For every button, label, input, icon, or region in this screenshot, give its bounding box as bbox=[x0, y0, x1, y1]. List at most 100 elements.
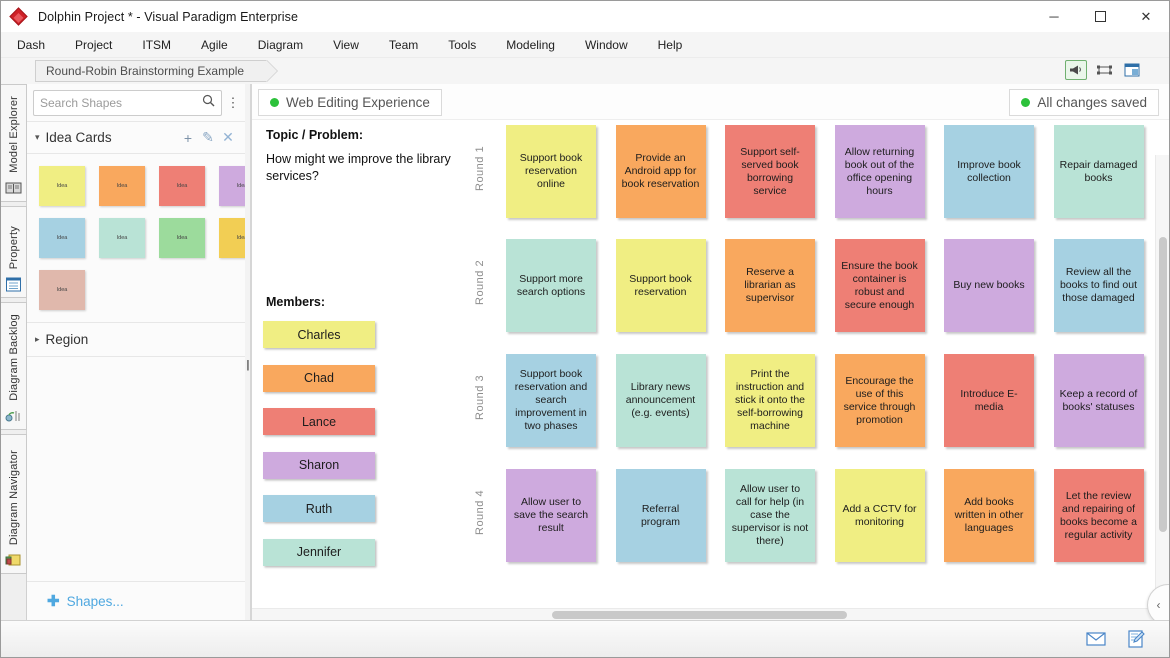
sticky-note[interactable]: Reserve a librarian as supervisor bbox=[725, 239, 815, 332]
window-controls: ─ ✕ bbox=[1031, 1, 1169, 32]
menu-project[interactable]: Project bbox=[61, 35, 126, 55]
sticky-note[interactable]: Support book reservation bbox=[615, 239, 706, 332]
sticky-note[interactable]: Print the instruction and stick it onto … bbox=[725, 354, 815, 447]
menu-modeling[interactable]: Modeling bbox=[492, 35, 569, 55]
close-button[interactable]: ✕ bbox=[1123, 1, 1169, 32]
dock-tab-property[interactable]: Property bbox=[1, 206, 27, 298]
dock-tab-model-explorer[interactable]: Model Explorer bbox=[1, 84, 27, 202]
sticky-note[interactable]: Library news announcement (e.g. events) bbox=[615, 354, 706, 447]
announcement-icon[interactable] bbox=[1065, 60, 1087, 80]
sticky-note[interactable]: Buy new books bbox=[944, 239, 1034, 332]
vertical-scrollbar[interactable] bbox=[1155, 155, 1169, 608]
member-card[interactable]: Jennifer bbox=[263, 538, 375, 566]
menu-dash[interactable]: Dash bbox=[3, 35, 59, 55]
status-bar bbox=[1, 620, 1169, 657]
horizontal-scrollbar[interactable] bbox=[252, 608, 1155, 620]
menu-diagram[interactable]: Diagram bbox=[244, 35, 317, 55]
sticky-note[interactable]: Let the review and repairing of books be… bbox=[1053, 469, 1144, 562]
sticky-note[interactable]: Improve book collection bbox=[944, 125, 1034, 218]
menu-team[interactable]: Team bbox=[375, 35, 432, 55]
idea-card-swatch[interactable]: Idea bbox=[99, 166, 145, 206]
minimize-button[interactable]: ─ bbox=[1031, 1, 1077, 32]
idea-card-swatch[interactable]: Idea bbox=[39, 166, 85, 206]
kebab-menu-icon[interactable]: ⋮ bbox=[226, 96, 240, 109]
vertical-scrollbar-thumb[interactable] bbox=[1159, 237, 1167, 532]
idea-card-swatch[interactable]: Idea bbox=[159, 166, 205, 206]
idea-card-swatch[interactable]: Idea bbox=[39, 218, 85, 258]
splitter-grip-icon[interactable]: || bbox=[246, 359, 249, 371]
sticky-note[interactable]: Review all the books to find out those d… bbox=[1053, 239, 1144, 332]
idea-card-swatch[interactable]: Idea bbox=[39, 270, 85, 310]
add-shapes-label: Shapes... bbox=[66, 593, 124, 609]
sticky-note[interactable]: Ensure the book container is robust and … bbox=[834, 239, 925, 332]
search-icon[interactable] bbox=[202, 94, 215, 112]
app-logo-icon bbox=[9, 6, 29, 27]
add-shapes-button[interactable]: ✚ Shapes... bbox=[27, 582, 246, 620]
member-card[interactable]: Charles bbox=[263, 321, 375, 348]
sticky-note[interactable]: Allow user to call for help (in case the… bbox=[725, 469, 815, 562]
menu-itsm[interactable]: ITSM bbox=[128, 35, 185, 55]
idea-cards-group-header[interactable]: ▾ Idea Cards + ✎ ✕ bbox=[27, 122, 246, 154]
tab-round-robin-brainstorming-example[interactable]: Round-Robin Brainstorming Example bbox=[35, 60, 268, 82]
menu-window[interactable]: Window bbox=[571, 35, 642, 55]
fit-to-window-icon[interactable] bbox=[1093, 60, 1115, 80]
menu-agile[interactable]: Agile bbox=[187, 35, 242, 55]
brainstorming-board[interactable]: Topic / Problem: How might we improve th… bbox=[252, 119, 1169, 620]
dock-tab-diagram-navigator[interactable]: Diagram Navigator bbox=[1, 434, 27, 574]
sticky-note[interactable]: Repair damaged books bbox=[1053, 125, 1144, 218]
chevron-down-icon[interactable]: ▾ bbox=[35, 132, 40, 143]
note-edit-icon[interactable] bbox=[1125, 629, 1147, 649]
sticky-note[interactable]: Keep a record of books' statuses bbox=[1053, 354, 1144, 447]
member-card[interactable]: Sharon bbox=[263, 451, 375, 479]
dock-tab-label: Diagram Navigator bbox=[7, 449, 20, 545]
dock-tab-label: Model Explorer bbox=[7, 96, 20, 173]
search-input[interactable] bbox=[40, 95, 202, 110]
book-icon bbox=[5, 181, 22, 197]
maximize-button[interactable] bbox=[1077, 1, 1123, 32]
member-card[interactable]: Chad bbox=[263, 364, 375, 392]
member-card[interactable]: Ruth bbox=[263, 495, 375, 522]
edit-idea-card-button[interactable]: ✎ bbox=[198, 129, 218, 146]
diagram-canvas-area: Web Editing Experience All changes saved… bbox=[251, 84, 1169, 626]
sticky-note[interactable]: Add a CCTV for monitoring bbox=[834, 469, 925, 562]
topic-text[interactable]: How might we improve the library service… bbox=[266, 151, 466, 185]
sticky-note[interactable]: Allow returning book out of the office o… bbox=[834, 125, 925, 218]
panel-layout-icon[interactable] bbox=[1121, 60, 1143, 80]
region-group-header[interactable]: ▸ Region bbox=[27, 323, 246, 357]
menu-view[interactable]: View bbox=[319, 35, 373, 55]
round-label: Round 1 bbox=[474, 145, 486, 191]
idea-card-swatch[interactable]: Idea bbox=[99, 218, 145, 258]
member-card[interactable]: Lance bbox=[263, 408, 375, 435]
topic-label: Topic / Problem: bbox=[266, 128, 363, 142]
round-label: Round 4 bbox=[474, 489, 486, 535]
search-row: ⋮ bbox=[27, 84, 246, 122]
menu-tools[interactable]: Tools bbox=[434, 35, 490, 55]
diagram-navigator-icon bbox=[5, 553, 22, 569]
sticky-note[interactable]: Support book reservation and search impr… bbox=[506, 354, 596, 447]
idea-card-swatch-grid: Idea Idea Idea Idea Idea Idea Idea Idea Idea bbox=[27, 154, 265, 323]
horizontal-scrollbar-thumb[interactable] bbox=[552, 611, 847, 619]
all-changes-saved-badge: All changes saved bbox=[1009, 89, 1159, 116]
dock-tab-diagram-backlog[interactable]: Diagram Backlog bbox=[1, 302, 27, 430]
web-editing-experience-badge[interactable]: Web Editing Experience bbox=[258, 89, 442, 116]
saved-label: All changes saved bbox=[1037, 95, 1147, 110]
sticky-note[interactable]: Encourage the use of this service throug… bbox=[834, 354, 925, 447]
sticky-note[interactable]: Support book reservation online bbox=[506, 125, 596, 218]
region-title: Region bbox=[45, 332, 89, 347]
sticky-note[interactable]: Provide an Android app for book reservat… bbox=[615, 125, 706, 218]
search-shapes-box[interactable] bbox=[33, 89, 222, 116]
sticky-note[interactable]: Support self-served book borrowing servi… bbox=[725, 125, 815, 218]
members-label: Members: bbox=[266, 295, 326, 309]
sticky-note[interactable]: Support more search options bbox=[506, 239, 596, 332]
sticky-note[interactable]: Referral program bbox=[615, 469, 706, 562]
menu-help[interactable]: Help bbox=[644, 35, 697, 55]
sticky-note[interactable]: Add books written in other languages bbox=[944, 469, 1034, 562]
mail-icon[interactable] bbox=[1085, 629, 1107, 649]
sticky-note[interactable]: Introduce E-media bbox=[944, 354, 1034, 447]
window-title: Dolphin Project * - Visual Paradigm Ente… bbox=[38, 9, 299, 24]
idea-card-swatch[interactable]: Idea bbox=[159, 218, 205, 258]
add-idea-card-button[interactable]: + bbox=[178, 130, 198, 146]
chevron-right-icon[interactable]: ▸ bbox=[35, 334, 40, 345]
remove-idea-card-button[interactable]: ✕ bbox=[218, 129, 238, 146]
sticky-note[interactable]: Allow user to save the search result bbox=[506, 469, 596, 562]
